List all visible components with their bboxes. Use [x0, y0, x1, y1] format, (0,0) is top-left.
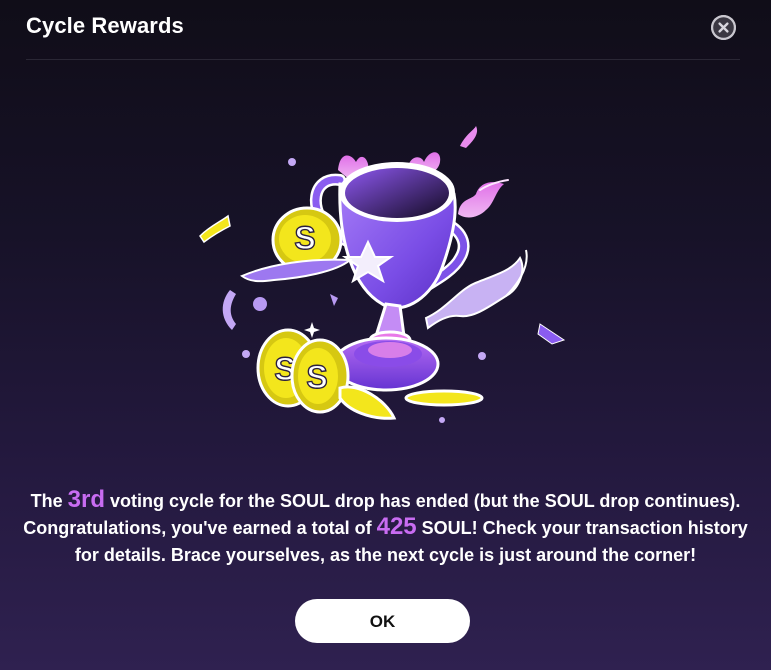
- flame-tip: [460, 126, 478, 148]
- trophy-icon: S S S: [199, 126, 566, 423]
- reward-message: The 3rd voting cycle for the SOUL drop h…: [0, 488, 771, 569]
- confetti-yellow: [199, 214, 231, 244]
- message-line-1: The 3rd voting cycle for the SOUL drop h…: [30, 486, 741, 513]
- header-divider: [26, 59, 740, 60]
- ok-button[interactable]: OK: [295, 599, 470, 643]
- dialog-header: Cycle Rewards: [0, 0, 771, 60]
- cycle-rewards-dialog: Cycle Rewards S S S The 3rd voting cycle…: [0, 0, 771, 670]
- message-line-3: for details. Brace yourselves, as the ne…: [74, 545, 697, 565]
- svg-text:S: S: [294, 220, 315, 256]
- svg-text:S: S: [306, 359, 327, 395]
- close-button[interactable]: [711, 15, 736, 40]
- purple-swoosh: [240, 258, 353, 283]
- flame-right: [458, 182, 504, 218]
- cycle-number: 3rd: [67, 486, 105, 513]
- soul-amount: 425: [376, 513, 417, 540]
- confetti-purple-right: [537, 323, 566, 345]
- close-icon: [711, 15, 736, 40]
- message-line-2: Congratulations, you've earned a total o…: [23, 513, 748, 540]
- trophy-illustration: S S S: [190, 118, 580, 428]
- confetti-lilac-left: [222, 290, 236, 330]
- dialog-title: Cycle Rewards: [26, 13, 184, 38]
